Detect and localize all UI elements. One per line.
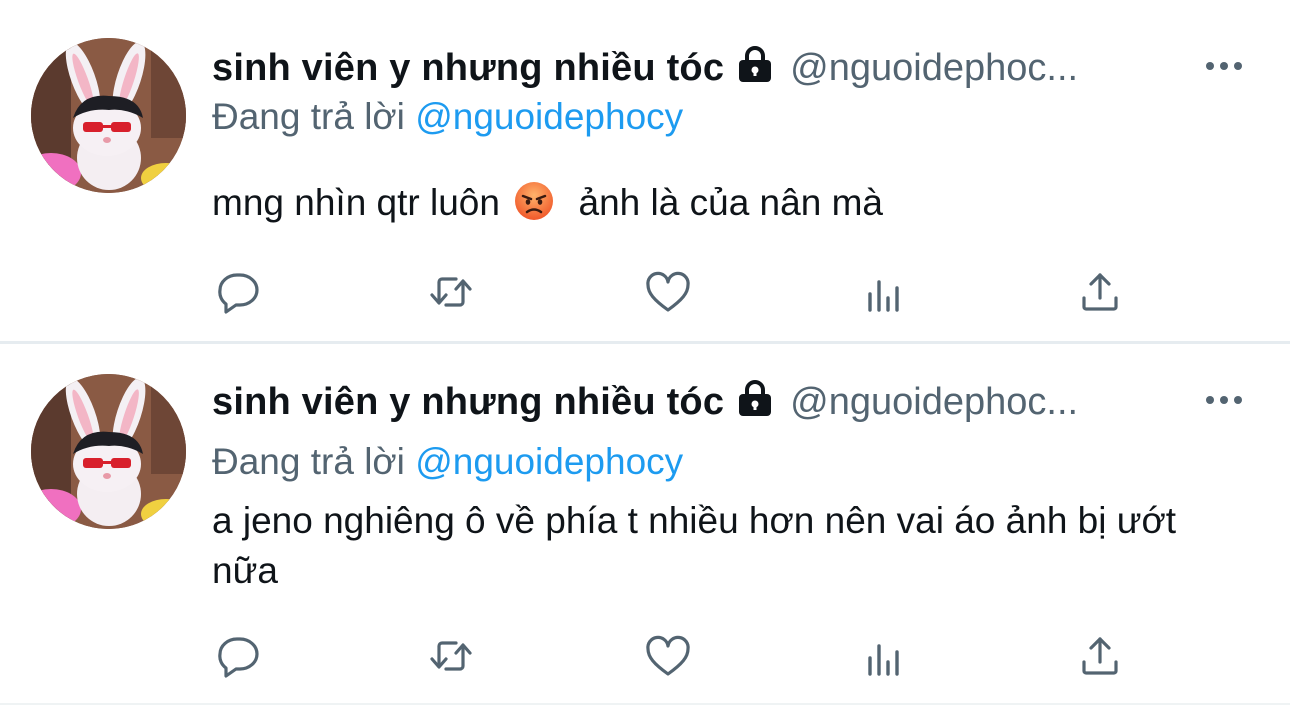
- tweet[interactable]: sinh viên y nhưng nhiều tóc @nguoidephoc…: [0, 344, 1290, 705]
- retweet-icon[interactable]: [423, 264, 479, 320]
- angry-face-emoji: [514, 181, 554, 221]
- replying-prefix: Đang trả lời: [212, 96, 405, 137]
- tweet-text-part: mng nhìn qtr luôn: [212, 182, 500, 223]
- lock-icon: [734, 43, 776, 85]
- share-icon[interactable]: [1072, 264, 1128, 320]
- handle[interactable]: @nguoidephoc...: [790, 381, 1078, 424]
- replying-to-mention[interactable]: @nguoidephocy: [415, 441, 683, 482]
- reply-icon[interactable]: [210, 264, 266, 320]
- replying-to-line: Đang trả lời @nguoidephocy: [212, 441, 683, 483]
- handle[interactable]: @nguoidephoc...: [790, 47, 1078, 90]
- more-options-icon[interactable]: [1204, 46, 1244, 86]
- tweet-text-part: ảnh là của nân mà: [578, 182, 883, 223]
- retweet-icon[interactable]: [423, 628, 479, 684]
- analytics-icon[interactable]: [856, 628, 912, 684]
- display-name[interactable]: sinh viên y nhưng nhiều tóc: [212, 381, 724, 424]
- share-icon[interactable]: [1072, 628, 1128, 684]
- avatar[interactable]: [31, 374, 186, 529]
- tweet-text: a jeno nghiêng ô về phía t nhiều hơn nên…: [212, 500, 1177, 591]
- analytics-icon[interactable]: [856, 264, 912, 320]
- replying-prefix: Đang trả lời: [212, 441, 405, 482]
- reply-icon[interactable]: [210, 628, 266, 684]
- tweet-actions: [210, 264, 1130, 320]
- replying-to-mention[interactable]: @nguoidephocy: [415, 96, 683, 137]
- replying-to-line: Đang trả lời @nguoidephocy: [212, 96, 683, 138]
- avatar[interactable]: [31, 38, 186, 193]
- tweet-actions: [210, 628, 1130, 684]
- tweet-header: sinh viên y nhưng nhiều tóc @nguoidephoc…: [212, 40, 1250, 96]
- like-icon[interactable]: [640, 628, 696, 684]
- lock-icon: [734, 377, 776, 419]
- tweet-header: sinh viên y nhưng nhiều tóc @nguoidephoc…: [212, 374, 1250, 430]
- tweet[interactable]: sinh viên y nhưng nhiều tóc @nguoidephoc…: [0, 0, 1290, 344]
- like-icon[interactable]: [640, 264, 696, 320]
- tweet-text: mng nhìn qtr luôn ảnh là của nân mà: [212, 178, 1230, 228]
- more-options-icon[interactable]: [1204, 380, 1244, 420]
- display-name[interactable]: sinh viên y nhưng nhiều tóc: [212, 47, 724, 90]
